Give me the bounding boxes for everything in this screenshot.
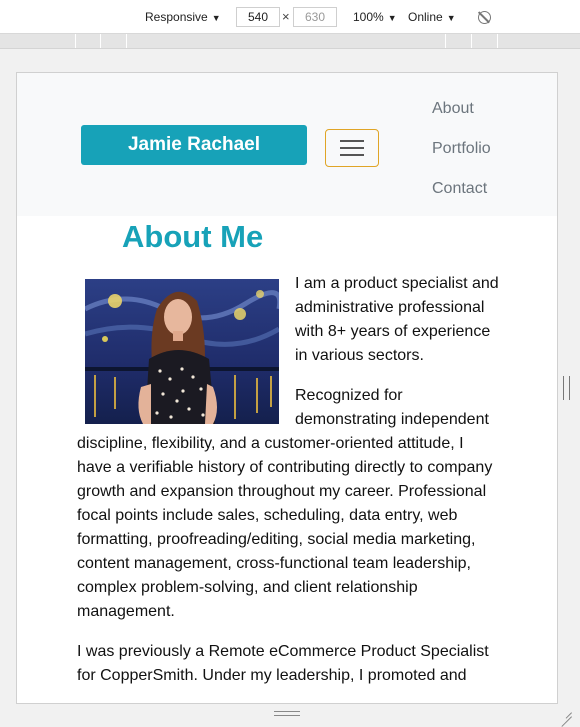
height-input[interactable]: 630	[293, 7, 337, 27]
right-resize-handle[interactable]	[563, 376, 570, 400]
zoom-select-label: 100%	[353, 10, 384, 24]
corner-resize-grip-icon[interactable]	[560, 705, 572, 717]
chevron-down-icon: ▼	[446, 13, 456, 23]
bottom-resize-handle[interactable]	[274, 711, 300, 716]
width-input[interactable]: 540	[236, 7, 280, 27]
dimension-separator: ×	[282, 9, 290, 24]
device-select-label: Responsive	[145, 10, 208, 24]
device-viewport: Jamie Rachael About Portfolio Contact Ab…	[16, 72, 558, 704]
device-select[interactable]: Responsive ▼	[145, 10, 221, 24]
hamburger-icon[interactable]	[325, 129, 379, 167]
page-title: About Me	[122, 219, 264, 254]
chevron-down-icon: ▼	[211, 13, 221, 23]
brand-button[interactable]: Jamie Rachael	[81, 125, 307, 165]
about-content: I am a product specialist and administra…	[77, 272, 500, 703]
rotate-disabled-icon[interactable]	[478, 11, 491, 24]
throttle-select[interactable]: Online ▼	[408, 10, 456, 24]
zoom-select[interactable]: 100% ▼	[353, 10, 397, 24]
nav-link-portfolio[interactable]: Portfolio	[432, 140, 491, 158]
about-paragraph-3: I was previously a Remote eCommerce Prod…	[77, 643, 489, 684]
devtools-toolbar: Responsive ▼ 540 × 630 100% ▼ Online ▼	[0, 0, 580, 34]
throttle-select-label: Online	[408, 10, 443, 24]
nav-link-about[interactable]: About	[432, 100, 474, 118]
chevron-down-icon: ▼	[387, 13, 397, 23]
navbar: Jamie Rachael About Portfolio Contact	[17, 73, 557, 216]
nav-link-contact[interactable]: Contact	[432, 180, 487, 198]
media-query-ruler[interactable]	[0, 34, 580, 49]
photo-spacer	[77, 272, 295, 424]
